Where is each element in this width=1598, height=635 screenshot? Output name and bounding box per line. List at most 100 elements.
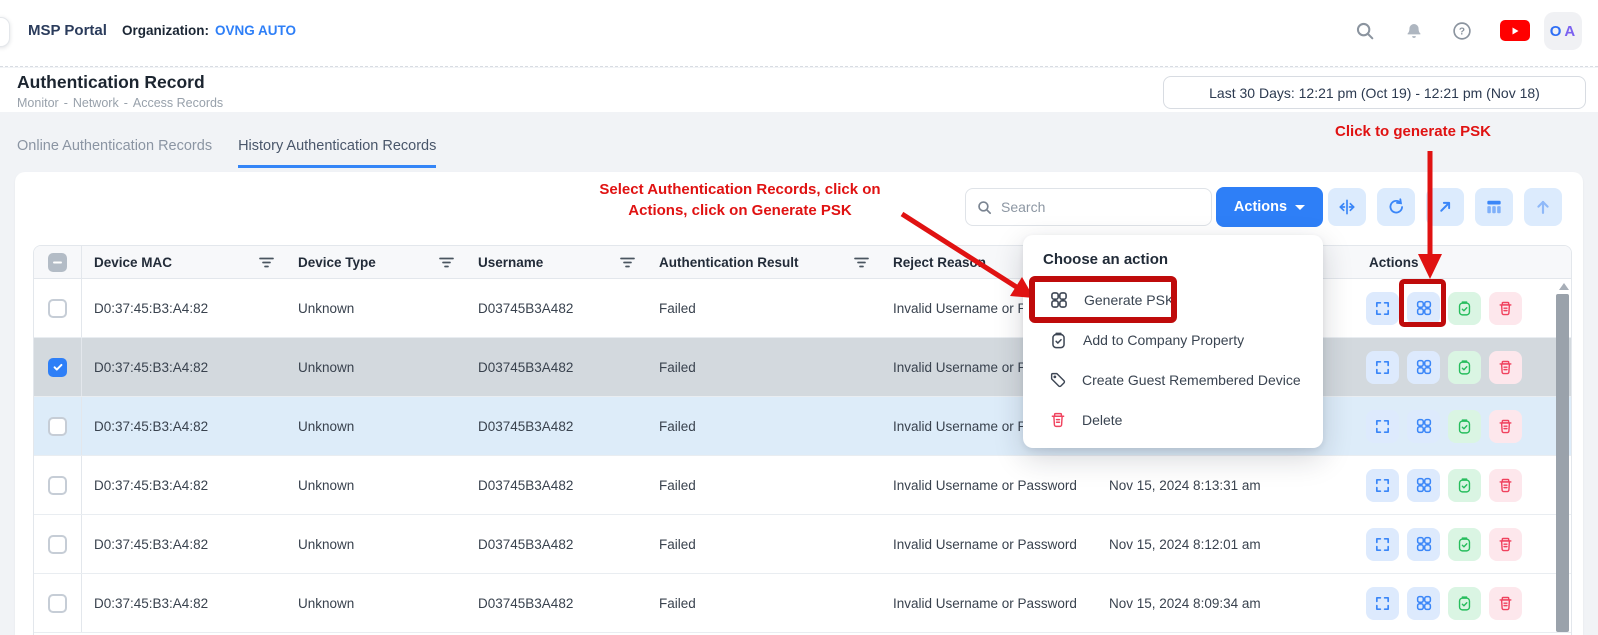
cell-actions bbox=[1334, 292, 1571, 325]
qr-code-icon bbox=[1415, 535, 1433, 553]
filter-icon[interactable] bbox=[259, 256, 274, 269]
expand-record-button[interactable] bbox=[1366, 587, 1399, 620]
trash-icon bbox=[1049, 411, 1067, 429]
youtube-icon[interactable] bbox=[1500, 20, 1530, 41]
clipboard-check-icon bbox=[1049, 331, 1068, 350]
trash-icon bbox=[1497, 595, 1514, 612]
avatar[interactable]: O A bbox=[1544, 12, 1582, 50]
clipboard-check-icon bbox=[1456, 595, 1473, 612]
table-row[interactable]: D0:37:45:B3:A4:82 Unknown D03745B3A482 F… bbox=[34, 338, 1571, 397]
select-all-checkbox[interactable] bbox=[34, 246, 82, 278]
column-header-username[interactable]: Username bbox=[466, 246, 647, 278]
delete-record-button[interactable] bbox=[1489, 469, 1522, 502]
table-row[interactable]: D0:37:45:B3:A4:82 Unknown D03745B3A482 F… bbox=[34, 279, 1571, 338]
delete-record-button[interactable] bbox=[1489, 292, 1522, 325]
organization-label: Organization:OVNG AUTO bbox=[122, 23, 296, 38]
annotation-psk-note: Click to generate PSK bbox=[1318, 123, 1508, 140]
cell-auth-result: Failed bbox=[647, 596, 881, 611]
expand-corners-icon bbox=[1374, 595, 1391, 612]
export-button[interactable] bbox=[1524, 188, 1562, 226]
sidebar-toggle[interactable] bbox=[0, 17, 10, 47]
cell-time: Nov 15, 2024 8:09:34 am bbox=[1097, 596, 1334, 611]
trash-icon bbox=[1497, 300, 1514, 317]
cell-auth-result: Failed bbox=[647, 478, 881, 493]
refresh-icon bbox=[1386, 197, 1406, 217]
cell-reject-reason: Invalid Username or Password bbox=[881, 596, 1097, 611]
column-header-authentication-result[interactable]: Authentication Result bbox=[647, 246, 881, 278]
table-row[interactable]: D0:37:45:B3:A4:82 Unknown D03745B3A482 F… bbox=[34, 397, 1571, 456]
expand-record-button[interactable] bbox=[1366, 292, 1399, 325]
tab-bar: Online Authentication Records History Au… bbox=[17, 138, 436, 168]
date-range-picker[interactable]: Last 30 Days: 12:21 pm (Oct 19) - 12:21 … bbox=[1163, 76, 1586, 109]
filter-icon[interactable] bbox=[854, 256, 869, 269]
add-to-company-property-button[interactable] bbox=[1448, 587, 1481, 620]
cell-username: D03745B3A482 bbox=[466, 360, 647, 375]
delete-record-button[interactable] bbox=[1489, 351, 1522, 384]
trash-icon bbox=[1497, 536, 1514, 553]
tab-history-authentication-records[interactable]: History Authentication Records bbox=[238, 138, 436, 168]
cell-device-mac: D0:37:45:B3:A4:82 bbox=[82, 360, 286, 375]
menu-item-create-guest-remembered-device[interactable]: Create Guest Remembered Device bbox=[1023, 360, 1323, 400]
scroll-up-arrow-icon[interactable] bbox=[1559, 283, 1569, 290]
row-checkbox[interactable] bbox=[34, 456, 82, 514]
search-icon[interactable] bbox=[1353, 19, 1377, 43]
column-header-device-mac[interactable]: Device MAC bbox=[82, 246, 286, 278]
vertical-scrollbar[interactable] bbox=[1556, 281, 1570, 635]
menu-item-add-to-company-property[interactable]: Add to Company Property bbox=[1023, 320, 1323, 360]
breadcrumb-item[interactable]: Monitor bbox=[17, 96, 59, 110]
search-input[interactable] bbox=[1001, 199, 1201, 215]
column-header-actions: Actions bbox=[1334, 246, 1571, 278]
filter-icon[interactable] bbox=[439, 256, 454, 269]
row-checkbox[interactable] bbox=[34, 338, 82, 396]
delete-record-button[interactable] bbox=[1489, 410, 1522, 443]
actions-dropdown: Choose an action Generate PSK Add to Com… bbox=[1023, 235, 1323, 448]
records-table: Device MAC Device Type Username Authenti… bbox=[33, 245, 1572, 635]
column-resize-button[interactable] bbox=[1328, 188, 1366, 226]
breadcrumb-separator: - bbox=[64, 96, 68, 110]
add-to-company-property-button[interactable] bbox=[1448, 351, 1481, 384]
organization-value[interactable]: OVNG AUTO bbox=[215, 23, 296, 38]
manage-columns-button[interactable] bbox=[1475, 188, 1513, 226]
clipboard-check-icon bbox=[1456, 477, 1473, 494]
menu-item-delete[interactable]: Delete bbox=[1023, 400, 1323, 440]
tab-online-authentication-records[interactable]: Online Authentication Records bbox=[17, 138, 212, 168]
add-to-company-property-button[interactable] bbox=[1448, 292, 1481, 325]
expand-record-button[interactable] bbox=[1366, 410, 1399, 443]
row-checkbox[interactable] bbox=[34, 515, 82, 573]
table-body: D0:37:45:B3:A4:82 Unknown D03745B3A482 F… bbox=[34, 279, 1571, 633]
row-checkbox[interactable] bbox=[34, 574, 82, 632]
clipboard-check-icon bbox=[1456, 536, 1473, 553]
help-icon[interactable]: ? bbox=[1450, 19, 1474, 43]
breadcrumb-item[interactable]: Access Records bbox=[133, 96, 223, 110]
generate-psk-button[interactable] bbox=[1407, 469, 1440, 502]
refresh-button[interactable] bbox=[1377, 188, 1415, 226]
delete-record-button[interactable] bbox=[1489, 587, 1522, 620]
clipboard-check-icon bbox=[1456, 300, 1473, 317]
add-to-company-property-button[interactable] bbox=[1448, 410, 1481, 443]
generate-psk-button[interactable] bbox=[1407, 351, 1440, 384]
add-to-company-property-button[interactable] bbox=[1448, 528, 1481, 561]
row-checkbox[interactable] bbox=[34, 397, 82, 455]
expand-button[interactable] bbox=[1426, 188, 1464, 226]
expand-record-button[interactable] bbox=[1366, 528, 1399, 561]
generate-psk-button[interactable] bbox=[1407, 410, 1440, 443]
svg-text:?: ? bbox=[1459, 27, 1465, 38]
scrollbar-thumb[interactable] bbox=[1556, 294, 1569, 632]
row-checkbox[interactable] bbox=[34, 279, 82, 337]
bell-icon[interactable] bbox=[1402, 19, 1426, 43]
add-to-company-property-button[interactable] bbox=[1448, 469, 1481, 502]
table-row[interactable]: D0:37:45:B3:A4:82 Unknown D03745B3A482 F… bbox=[34, 574, 1571, 633]
breadcrumb-item[interactable]: Network bbox=[73, 96, 119, 110]
filter-icon[interactable] bbox=[620, 256, 635, 269]
column-header-device-type[interactable]: Device Type bbox=[286, 246, 466, 278]
cell-auth-result: Failed bbox=[647, 301, 881, 316]
expand-record-button[interactable] bbox=[1366, 351, 1399, 384]
table-row[interactable]: D0:37:45:B3:A4:82 Unknown D03745B3A482 F… bbox=[34, 515, 1571, 574]
generate-psk-button[interactable] bbox=[1407, 528, 1440, 561]
generate-psk-button[interactable] bbox=[1407, 587, 1440, 620]
expand-record-button[interactable] bbox=[1366, 469, 1399, 502]
cell-username: D03745B3A482 bbox=[466, 419, 647, 434]
table-row[interactable]: D0:37:45:B3:A4:82 Unknown D03745B3A482 F… bbox=[34, 456, 1571, 515]
actions-button[interactable]: Actions bbox=[1216, 187, 1323, 227]
delete-record-button[interactable] bbox=[1489, 528, 1522, 561]
